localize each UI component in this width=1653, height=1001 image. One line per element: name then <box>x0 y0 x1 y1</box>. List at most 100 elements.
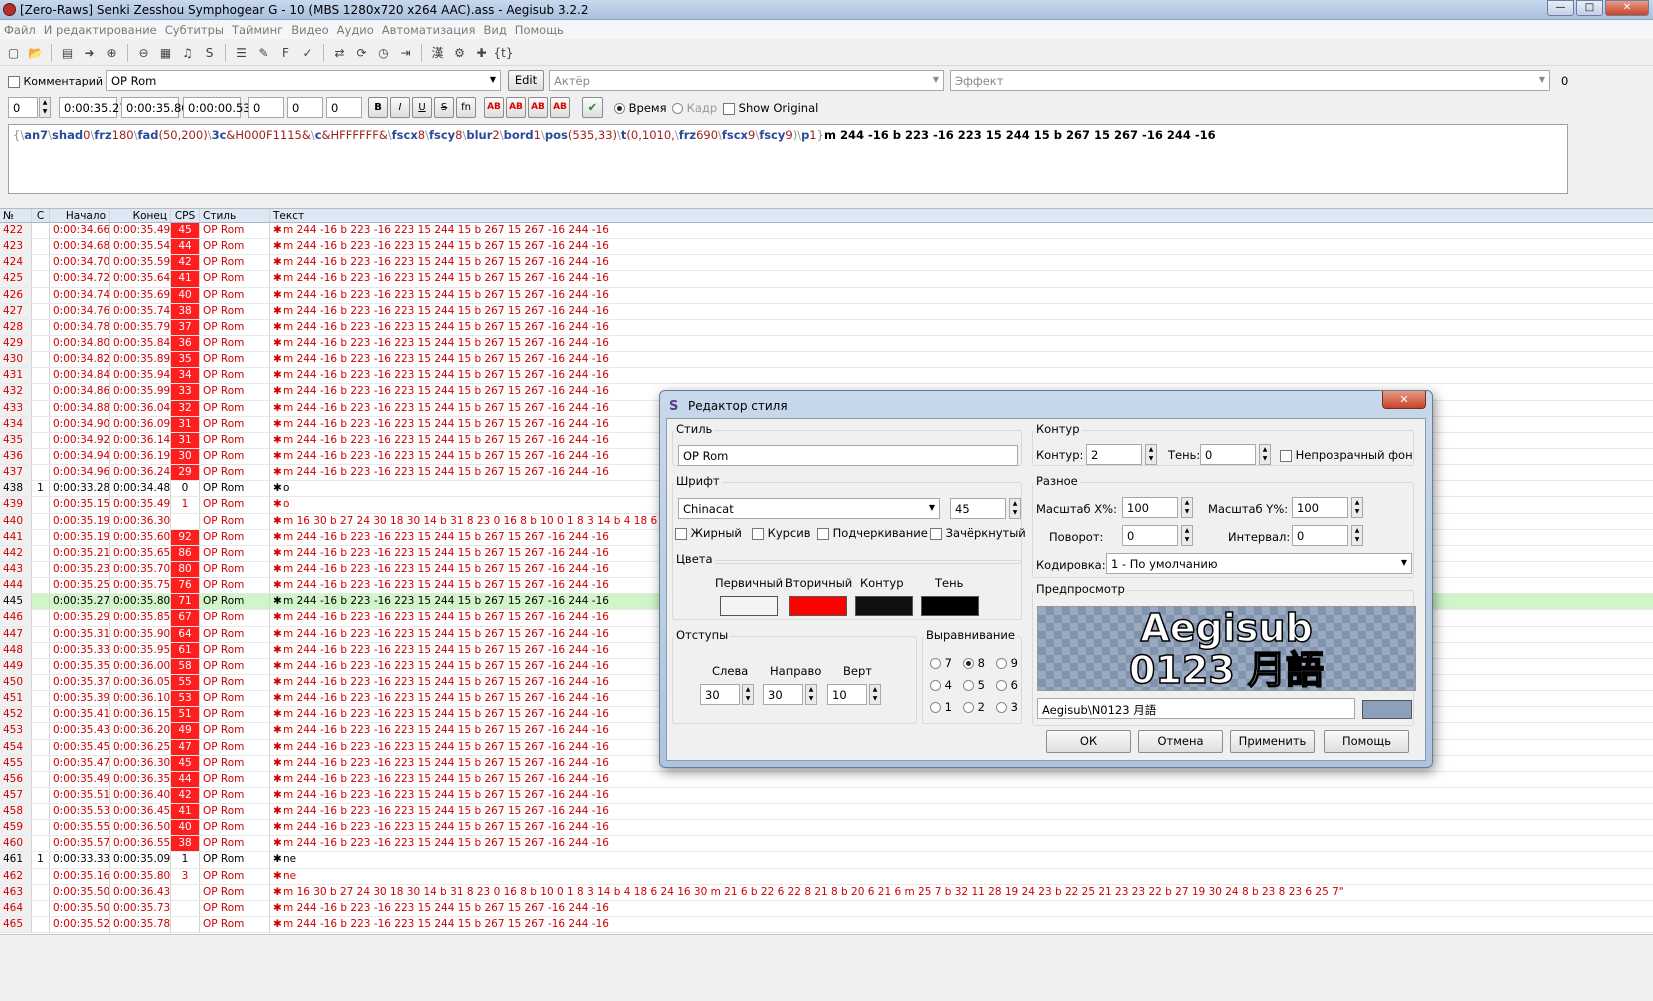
format-button-7[interactable]: AB <box>528 97 548 118</box>
open-icon[interactable]: 📂 <box>26 43 45 62</box>
start-time-field[interactable]: 0:00:35.27 <box>59 97 127 118</box>
close-button[interactable]: ✕ <box>1605 0 1649 16</box>
menu-item-5[interactable]: Аудио <box>337 23 382 37</box>
table-row[interactable]: 431 0:00:34.84 0:00:35.94 34 OP Rom ✱m 244 -1… <box>0 368 1653 385</box>
italic-option[interactable]: Курсив <box>752 526 811 540</box>
rotation-field-spinner[interactable]: ▲ ▼ <box>1181 525 1193 546</box>
audio-icon[interactable]: ♫ <box>178 43 197 62</box>
layer-spinner[interactable]: ▲ ▼ <box>39 97 51 118</box>
column-header-4[interactable]: CPS <box>171 209 200 222</box>
shadow-field-spinner[interactable]: ▲ ▼ <box>1259 444 1271 465</box>
align-radio-5[interactable] <box>963 680 974 691</box>
margin-vert-field[interactable]: 0 <box>326 97 362 118</box>
fonts-icon[interactable]: F <box>276 43 295 62</box>
bold-option-checkbox[interactable] <box>675 527 687 540</box>
column-header-2[interactable]: Начало <box>50 209 110 222</box>
time-radio[interactable]: Время <box>614 101 667 115</box>
ok-button[interactable]: ОК <box>1046 730 1131 753</box>
italic-option-checkbox[interactable] <box>752 527 764 540</box>
styles-icon[interactable]: S <box>200 43 219 62</box>
minimize-button[interactable]: — <box>1547 0 1574 16</box>
color-swatch-0[interactable] <box>720 596 778 616</box>
actor-combo[interactable]: Актёр ▼ <box>549 70 944 91</box>
align-option-6[interactable]: 6 <box>996 678 1018 692</box>
format-button-3[interactable]: S <box>434 97 454 118</box>
align-option-7[interactable]: 7 <box>930 656 952 670</box>
table-row[interactable]: 428 0:00:34.78 0:00:35.79 37 OP Rom ✱m 244 -1… <box>0 319 1653 336</box>
menu-item-1[interactable]: И редактирование <box>44 23 165 37</box>
commit-checkmark-icon[interactable]: ✔ <box>582 97 603 118</box>
align-option-2[interactable]: 2 <box>963 700 985 714</box>
shift-icon[interactable]: ⇥ <box>396 43 415 62</box>
zoom-out-icon[interactable]: ⊖ <box>134 43 153 62</box>
margin-spinner-2[interactable]: ▲ ▼ <box>869 684 881 705</box>
format-button-2[interactable]: U <box>412 97 432 118</box>
strike-option[interactable]: Зачёркнутый <box>930 526 1026 540</box>
kanji-icon[interactable]: 漢 <box>428 43 447 62</box>
font-combo[interactable]: Chinacat ▼ <box>678 498 940 519</box>
subtitle-text-editor[interactable]: {\an7\shad0\frz180\fad(50,200)\3c&H000F1… <box>8 124 1568 194</box>
table-row[interactable]: 458 0:00:35.53 0:00:36.45 41 OP Rom ✱m 244 -1… <box>0 804 1653 821</box>
bold-option[interactable]: Жирный <box>675 526 742 540</box>
format-button-6[interactable]: AB <box>506 97 526 118</box>
rotation-field[interactable]: 0 <box>1122 525 1178 546</box>
format-button-5[interactable]: AB <box>484 97 504 118</box>
maximize-button[interactable]: □ <box>1576 0 1603 16</box>
menu-item-4[interactable]: Видео <box>291 23 336 37</box>
end-time-field[interactable]: 0:00:35.80 <box>121 97 189 118</box>
table-row[interactable]: 426 0:00:34.74 0:00:35.69 40 OP Rom ✱m 244 -1… <box>0 287 1653 304</box>
format-button-1[interactable]: I <box>390 97 410 118</box>
table-row[interactable]: 463 0:00:35.50 0:00:36.43 OP Rom ✱m 16 30 b … <box>0 884 1653 901</box>
table-row[interactable]: 429 0:00:34.80 0:00:35.84 36 OP Rom ✱m 244 -1… <box>0 335 1653 353</box>
strike-option-checkbox[interactable] <box>930 527 942 540</box>
comment-checkbox[interactable] <box>8 76 20 88</box>
color-swatch-1[interactable] <box>789 596 847 616</box>
align-radio-4[interactable] <box>930 680 941 691</box>
align-radio-9[interactable] <box>996 658 1007 669</box>
column-header-1[interactable]: С <box>32 209 50 222</box>
align-radio-1[interactable] <box>930 702 941 713</box>
table-row[interactable]: 465 0:00:35.52 0:00:35.78 OP Rom ✱m 244 -16 … <box>0 917 1653 934</box>
dialog-close-button[interactable]: ✕ <box>1382 391 1426 409</box>
outline-field-spinner[interactable]: ▲ ▼ <box>1145 444 1157 465</box>
align-option-3[interactable]: 3 <box>996 700 1018 714</box>
column-header-5[interactable]: Стиль <box>200 209 270 222</box>
table-row[interactable]: 430 0:00:34.82 0:00:35.89 35 OP Rom ✱m 244 -1… <box>0 352 1653 369</box>
margin-left-field[interactable]: 0 <box>248 97 284 118</box>
table-row[interactable]: 464 0:00:35.50 0:00:35.73 OP Rom ✱m 244 -16 … <box>0 900 1653 918</box>
align-option-4[interactable]: 4 <box>930 678 952 692</box>
format-button-4[interactable]: fn <box>456 97 476 118</box>
align-radio-7[interactable] <box>930 658 941 669</box>
underline-option-checkbox[interactable] <box>817 527 829 540</box>
table-row[interactable]: 459 0:00:35.55 0:00:36.50 40 OP Rom ✱m 244 -1… <box>0 820 1653 837</box>
align-option-1[interactable]: 1 <box>930 700 952 714</box>
edit-style-button[interactable]: Edit <box>508 70 544 91</box>
tag-hide-icon[interactable]: {t} <box>494 43 514 62</box>
align-radio-6[interactable] <box>996 680 1007 691</box>
spellcheck-icon[interactable]: ✓ <box>298 43 317 62</box>
outline-field[interactable]: 2 <box>1086 444 1142 465</box>
translate-icon[interactable]: ⇄ <box>330 43 349 62</box>
opaque-background-option[interactable]: Непрозрачный фон <box>1280 448 1413 462</box>
shadow-field[interactable]: 0 <box>1200 444 1256 465</box>
align-option-8[interactable]: 8 <box>963 656 985 670</box>
margin-field-2[interactable]: 10 <box>827 684 867 705</box>
align-radio-2[interactable] <box>963 702 974 713</box>
menu-item-7[interactable]: Вид <box>483 23 514 37</box>
automation-icon[interactable]: ⚙ <box>450 43 469 62</box>
effect-combo[interactable]: Эффект ▼ <box>950 70 1550 91</box>
font-size-field-spinner[interactable]: ▲ ▼ <box>1009 498 1021 519</box>
margin-spinner-0[interactable]: ▲ ▼ <box>742 684 754 705</box>
menu-item-2[interactable]: Субтитры <box>165 23 232 37</box>
apply-button[interactable]: Применить <box>1230 730 1315 753</box>
menu-item-6[interactable]: Автоматизация <box>382 23 484 37</box>
new-icon[interactable]: ▢ <box>4 43 23 62</box>
underline-option[interactable]: Подчеркивание <box>817 526 928 540</box>
table-row[interactable]: 460 0:00:35.57 0:00:36.55 38 OP Rom ✱m 244 -1… <box>0 836 1653 853</box>
format-button-0[interactable]: B <box>368 97 388 118</box>
table-row[interactable]: 424 0:00:34.70 0:00:35.59 42 OP Rom ✱m 244 -1… <box>0 255 1653 272</box>
preview-text-field[interactable]: Aegisub\N0123 月語 <box>1037 698 1355 719</box>
table-row[interactable]: 462 0:00:35.16 0:00:35.80 3 OP Rom ✱ne <box>0 868 1653 885</box>
timing-icon[interactable]: ◷ <box>374 43 393 62</box>
table-row[interactable]: 427 0:00:34.76 0:00:35.74 38 OP Rom ✱m 244 -1… <box>0 303 1653 320</box>
